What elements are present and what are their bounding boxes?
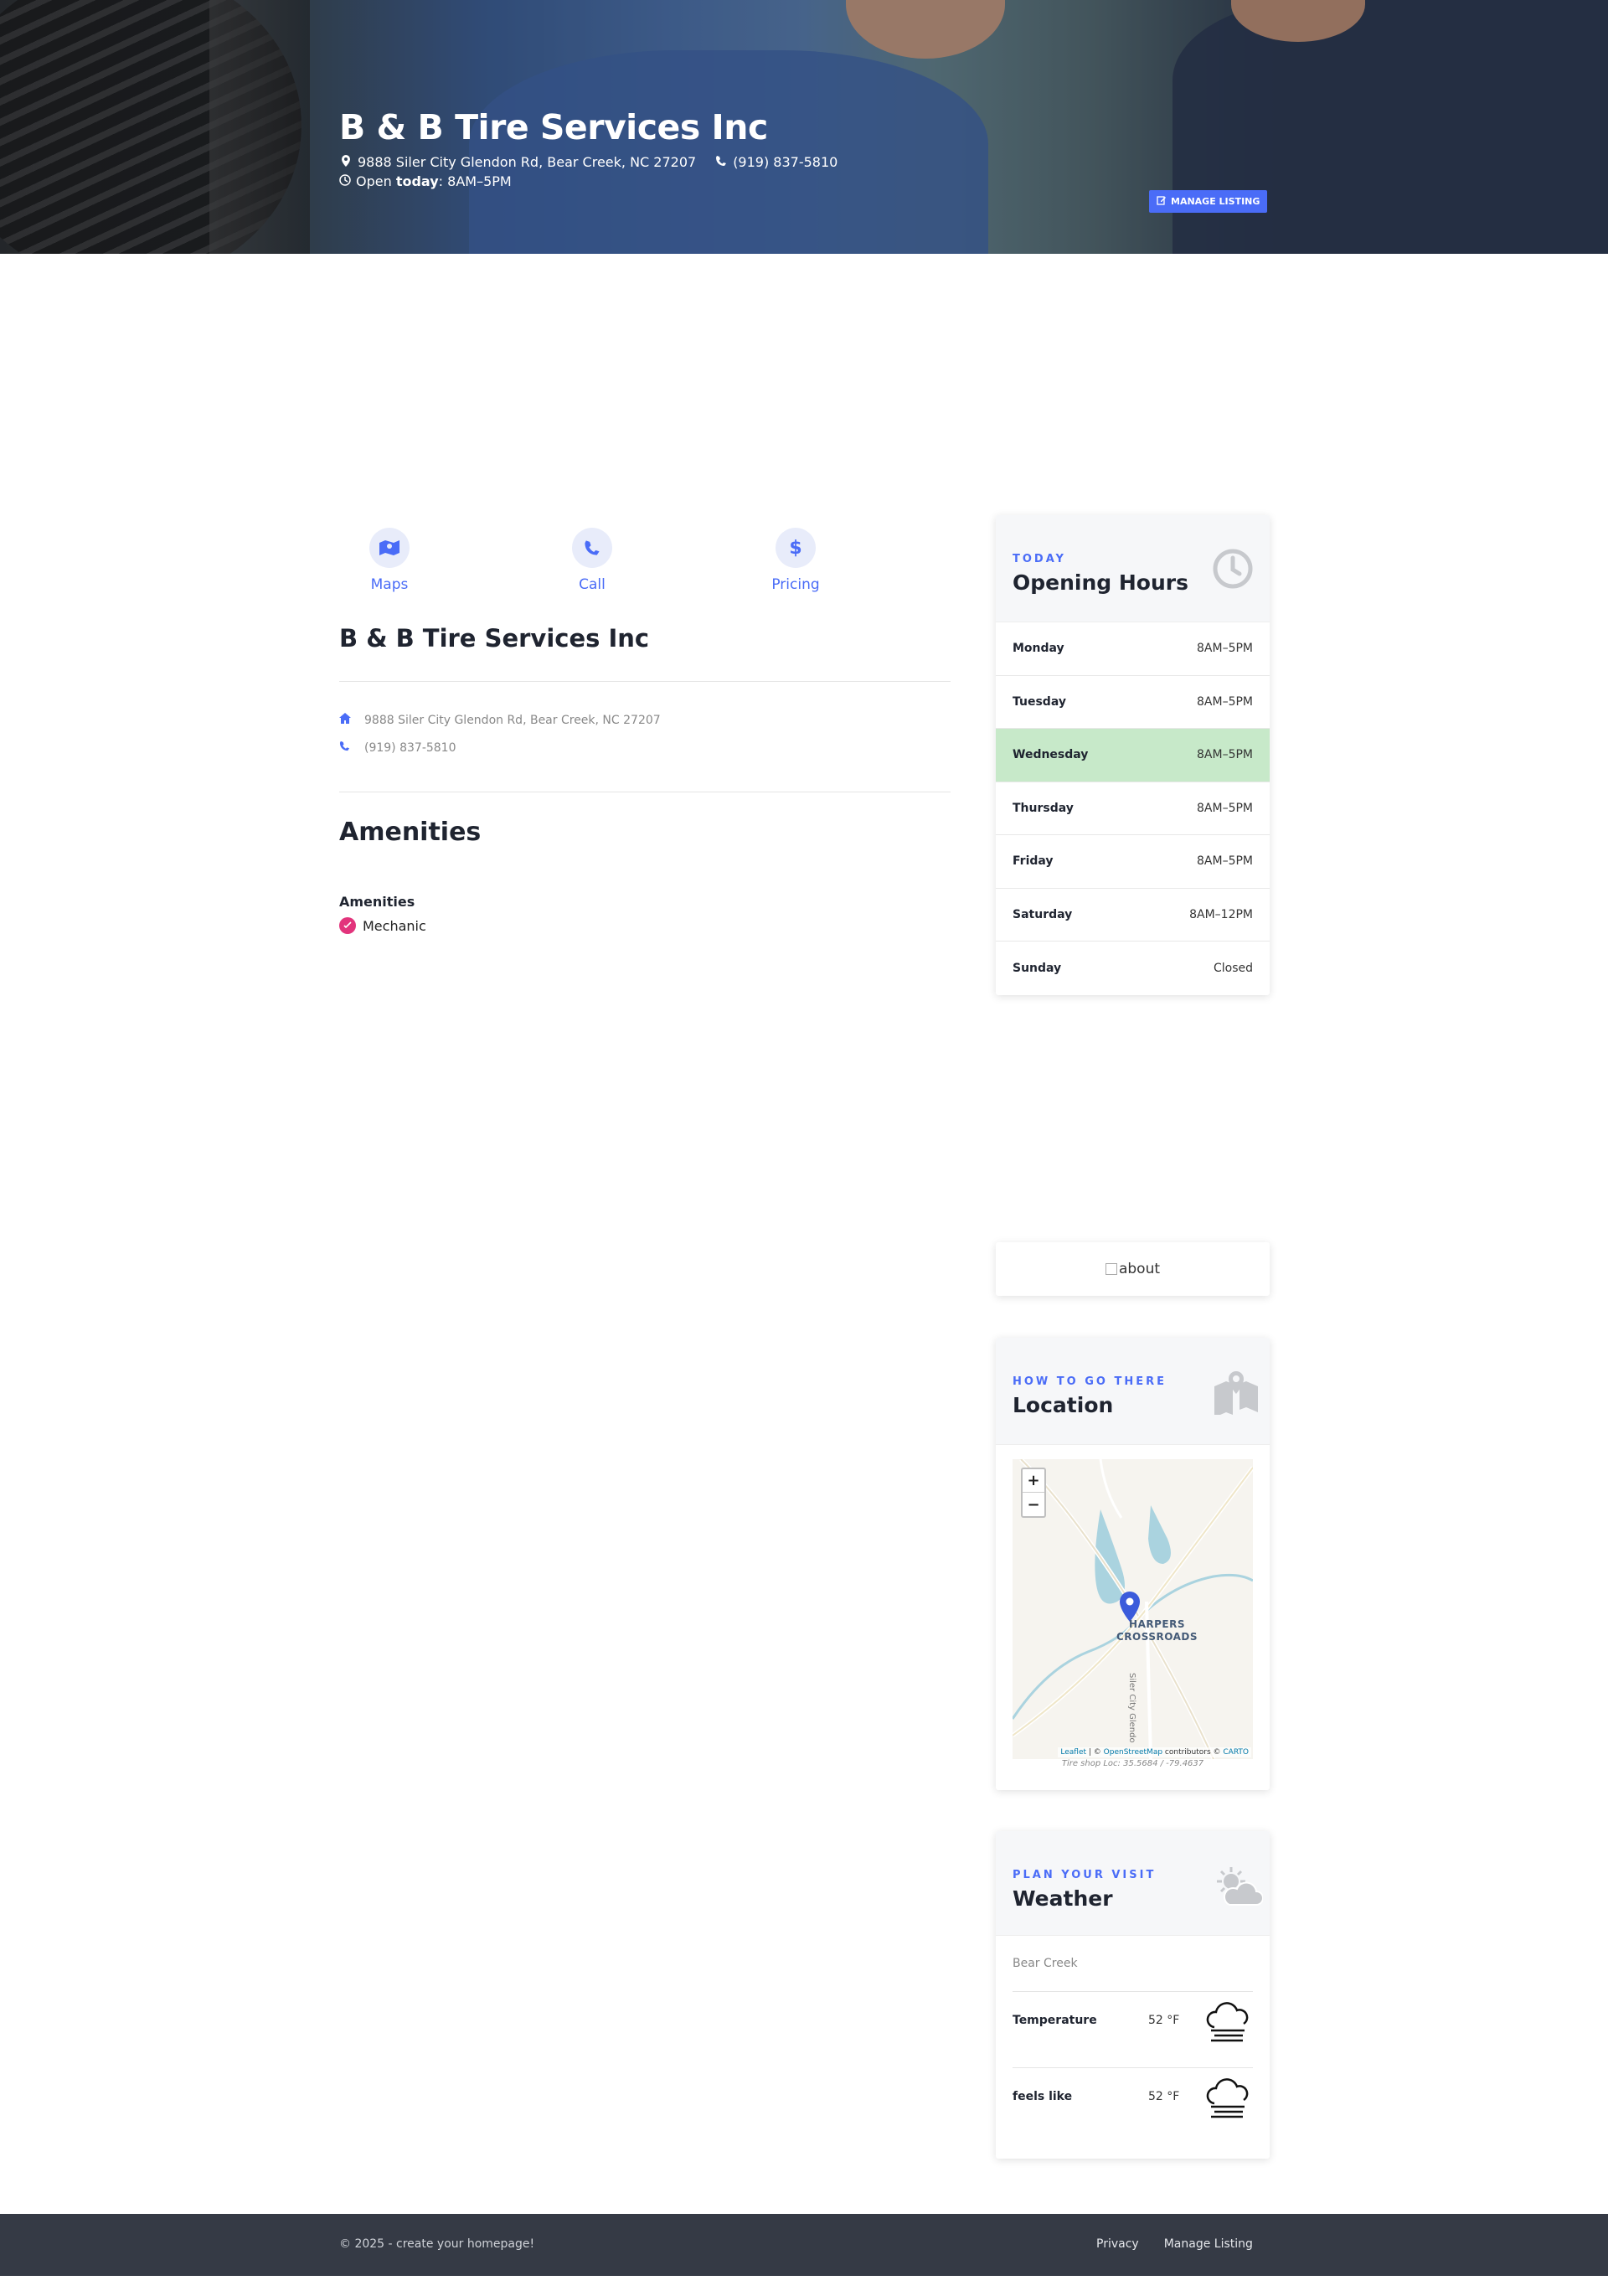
- hours-row-sunday: Sunday Closed: [1013, 961, 1253, 975]
- hero-contact-line: 9888 Siler City Glendon Rd, Bear Creek, …: [339, 154, 838, 170]
- weather-feels-like-row: feels like 52 °F: [1013, 2075, 1253, 2125]
- about-image-alt: about: [1118, 1261, 1161, 1277]
- amenities-heading: Amenities: [339, 818, 482, 847]
- hero-phone[interactable]: (919) 837-5810: [733, 154, 838, 170]
- hours-table: Monday 8AM–5PM Tuesday 8AM–5PM Wednesday 8A…: [996, 622, 1270, 995]
- footer: © 2025 - create your homepage! Privacy M…: [0, 2214, 1608, 2276]
- amenity-item: Mechanic: [339, 917, 426, 934]
- footer-link-manage-listing[interactable]: Manage Listing: [1164, 2237, 1253, 2251]
- footer-link-privacy[interactable]: Privacy: [1096, 2237, 1139, 2251]
- edit-icon: [1157, 195, 1167, 208]
- business-address-row: 9888 Siler City Glendon Rd, Bear Creek, …: [339, 713, 661, 727]
- zoom-in-button[interactable]: +: [1023, 1469, 1044, 1493]
- hours-row-thursday: Thursday 8AM–5PM: [996, 782, 1270, 835]
- hours-row-wednesday: Wednesday 8AM–5PM: [996, 729, 1270, 782]
- mechanic-badge-icon: [339, 917, 356, 934]
- divider: [339, 681, 951, 682]
- map-attribution: Leaflet | © OpenStreetMap contributors ©…: [1058, 1747, 1251, 1757]
- map-caption: Tire shop Loc: 35.5684 / -79.4637: [1061, 1759, 1204, 1768]
- hero-content: B & B Tire Services Inc 9888 Siler City …: [339, 107, 838, 189]
- divider: [1013, 2067, 1253, 2068]
- hero-title: B & B Tire Services Inc: [339, 107, 768, 147]
- map-road-label: Siler City Glendo: [1127, 1673, 1136, 1743]
- divider: [1013, 1991, 1253, 1992]
- pricing-action[interactable]: $ Pricing: [745, 528, 846, 593]
- map-place-label: HARPERS CROSSROADS: [1116, 1618, 1198, 1643]
- hero-banner: B & B Tire Services Inc 9888 Siler City …: [0, 0, 1608, 254]
- hero-open-status: Open today: 8AM–5PM: [339, 173, 838, 189]
- hours-row-saturday: Saturday 8AM–12PM: [996, 889, 1270, 942]
- business-title: B & B Tire Services Inc: [339, 624, 650, 653]
- dollar-icon: $: [776, 528, 816, 568]
- zoom-out-button[interactable]: −: [1023, 1493, 1044, 1516]
- weather-temperature-row: Temperature 52 °F: [1013, 1999, 1253, 2049]
- hours-row-friday: Friday 8AM–5PM: [996, 835, 1270, 889]
- weather-location: Bear Creek: [1013, 1957, 1078, 1970]
- hours-row-tuesday: Tuesday 8AM–5PM: [996, 676, 1270, 729]
- hero-address[interactable]: 9888 Siler City Glendon Rd, Bear Creek, …: [358, 154, 696, 170]
- card-header: PLAN YOUR VISIT Weather: [996, 1831, 1270, 1936]
- broken-image-icon: [1105, 1263, 1117, 1275]
- map-zoom-control: + −: [1021, 1468, 1046, 1518]
- card-header: TODAY Opening Hours: [996, 515, 1270, 622]
- phone-icon: [339, 740, 364, 755]
- amenities-subheading: Amenities: [339, 894, 415, 910]
- location-card: HOW TO GO THERE Location + − HARPERS CRO: [996, 1338, 1270, 1790]
- phone-icon: [572, 528, 612, 568]
- clock-icon: [339, 173, 353, 189]
- map-marker-icon: [1213, 1371, 1258, 1417]
- manage-listing-button[interactable]: MANAGE LISTING: [1149, 190, 1268, 213]
- footer-links: Privacy Manage Listing: [1096, 2237, 1253, 2251]
- sun-cloud-icon: [1213, 1865, 1264, 1906]
- weather-card: PLAN YOUR VISIT Weather Bear Creek Tempe…: [996, 1831, 1270, 2159]
- map-pin-icon: [339, 154, 353, 170]
- about-card: about: [996, 1242, 1270, 1296]
- opening-hours-card: TODAY Opening Hours Monday 8AM–5PM Tuesda…: [996, 515, 1270, 995]
- location-map[interactable]: + − HARPERS CROSSROADS Siler City Glendo…: [1013, 1459, 1253, 1759]
- home-icon: [339, 713, 364, 727]
- clock-icon: [1213, 549, 1253, 589]
- call-action[interactable]: Call: [542, 528, 642, 593]
- quick-actions: Maps Call $ Pricing: [339, 528, 951, 595]
- hours-row-monday: Monday 8AM–5PM: [996, 622, 1270, 676]
- fog-cloud-icon: [1203, 2075, 1253, 2125]
- card-header: HOW TO GO THERE Location: [996, 1338, 1270, 1445]
- fog-cloud-icon: [1203, 1999, 1253, 2049]
- map-icon: [369, 528, 410, 568]
- footer-copyright: © 2025 - create your homepage!: [339, 2237, 535, 2251]
- business-phone-row: (919) 837-5810: [339, 740, 456, 755]
- maps-action[interactable]: Maps: [339, 528, 440, 593]
- phone-icon: [714, 155, 728, 170]
